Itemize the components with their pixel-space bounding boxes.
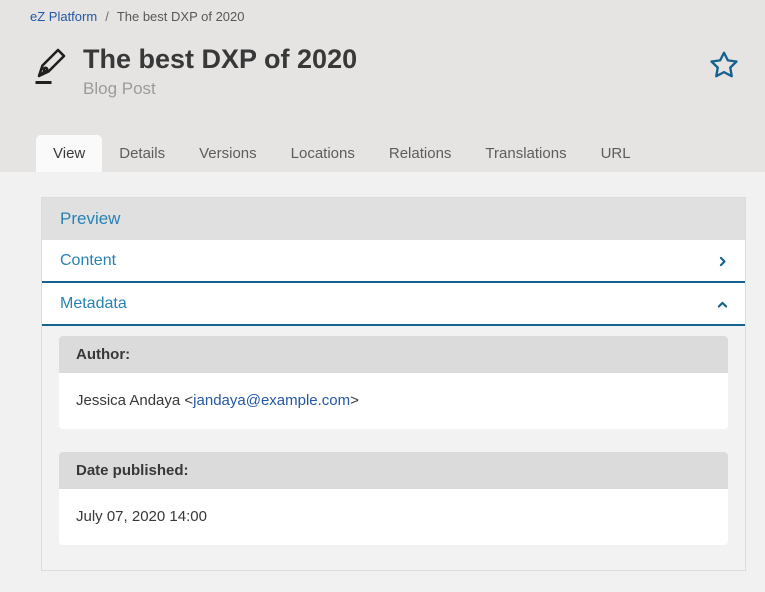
preview-section-header: Preview [42, 198, 745, 240]
breadcrumb-current: The best DXP of 2020 [117, 9, 245, 24]
tab-versions[interactable]: Versions [182, 135, 274, 172]
tab-content-view: Preview Content Metadata Author: Jessica… [0, 172, 765, 571]
accordion-metadata[interactable]: Metadata [42, 283, 745, 326]
tab-url[interactable]: URL [584, 135, 648, 172]
accordion-metadata-label: Metadata [60, 295, 127, 313]
page-title: The best DXP of 2020 [83, 42, 709, 76]
preview-panel: Preview Content Metadata Author: Jessica… [41, 197, 746, 571]
fountain-pen-icon [30, 46, 70, 95]
date-published-value: July 07, 2020 14:00 [59, 489, 728, 545]
tab-view[interactable]: View [36, 135, 102, 172]
tab-bar: View Details Versions Locations Relation… [0, 135, 765, 172]
author-attribute: Author: Jessica Andaya <jandaya@example.… [59, 336, 728, 429]
tab-translations[interactable]: Translations [468, 135, 583, 172]
app-header: eZ Platform / The best DXP of 2020 The bes… [0, 0, 765, 172]
chevron-right-icon [716, 255, 729, 268]
date-published-label: Date published: [59, 452, 728, 489]
star-icon [709, 68, 739, 83]
chevron-up-icon [716, 298, 729, 311]
content-type-label: Blog Post [83, 79, 709, 99]
breadcrumb-separator: / [105, 9, 109, 24]
accordion-content-label: Content [60, 252, 116, 270]
tab-locations[interactable]: Locations [274, 135, 372, 172]
bookmark-button[interactable] [709, 50, 739, 83]
breadcrumb-root-link[interactable]: eZ Platform [30, 9, 97, 24]
date-published-attribute: Date published: July 07, 2020 14:00 [59, 452, 728, 545]
tab-details[interactable]: Details [102, 135, 182, 172]
tab-relations[interactable]: Relations [372, 135, 469, 172]
content-title-row: The best DXP of 2020 Blog Post [0, 30, 765, 135]
metadata-body: Author: Jessica Andaya <jandaya@example.… [42, 326, 745, 570]
author-label: Author: [59, 336, 728, 373]
accordion-content[interactable]: Content [42, 240, 745, 283]
author-value-suffix: > [350, 392, 359, 409]
author-name: Jessica Andaya < [76, 392, 193, 409]
author-email-link[interactable]: jandaya@example.com [193, 392, 350, 409]
author-value: Jessica Andaya <jandaya@example.com> [59, 373, 728, 429]
title-block: The best DXP of 2020 Blog Post [83, 42, 709, 99]
breadcrumb: eZ Platform / The best DXP of 2020 [0, 0, 765, 30]
preview-title: Preview [60, 209, 120, 228]
